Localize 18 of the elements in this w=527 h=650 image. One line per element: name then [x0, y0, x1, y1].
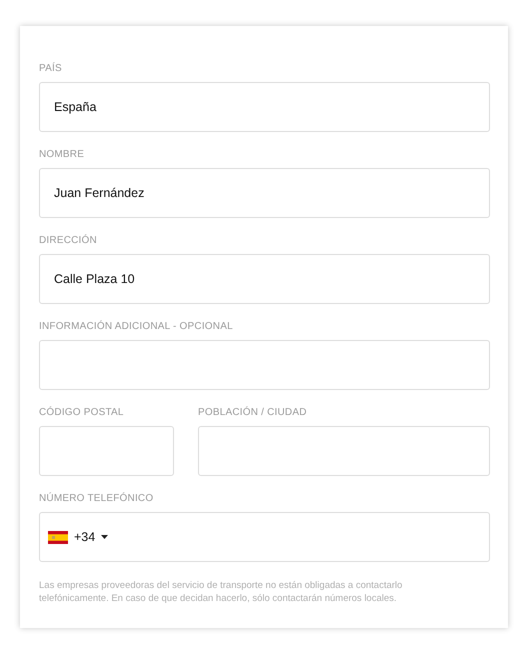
phone-field[interactable]: +34	[39, 512, 490, 562]
country-code[interactable]: +34	[74, 530, 96, 544]
caret-icon[interactable]	[101, 535, 108, 539]
field-label: POBLACIÓN / CIUDAD	[198, 407, 308, 419]
input-field[interactable]	[39, 340, 490, 390]
field-label: CÓDIGO POSTAL	[39, 407, 125, 419]
help-text: Las empresas proveedoras del servicio de transporte no están obligadas a contactarlo telefónicamente. En caso de que decidan hacerlo, sólo contactarán números locales.	[39, 579, 404, 605]
input-field[interactable]	[39, 426, 174, 476]
input-field[interactable]: Calle Plaza 10	[39, 254, 490, 304]
input-field[interactable]	[198, 426, 490, 476]
input-field[interactable]: Juan Fernández	[39, 168, 490, 218]
input-field[interactable]: España	[39, 82, 490, 132]
field-label: NÚMERO TELEFÓNICO	[39, 493, 154, 505]
flag-icon	[48, 530, 68, 544]
field-label: NOMBRE	[39, 149, 86, 161]
field-label: INFORMACIÓN ADICIONAL - OPCIONAL	[39, 321, 234, 333]
field-label: DIRECCIÓN	[39, 235, 98, 247]
field-label: PAÍS	[39, 63, 63, 75]
